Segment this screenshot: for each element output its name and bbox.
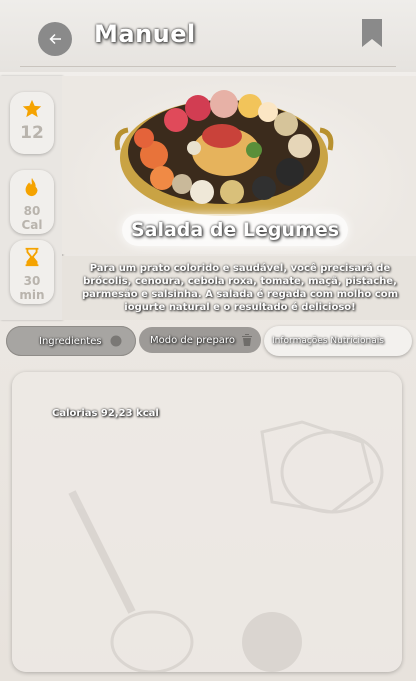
tab-nutrition[interactable]: Informações Nutricionais — [264, 326, 412, 356]
flame-icon — [25, 177, 38, 197]
recipe-description: Para um prato colorido e saudável, você … — [62, 256, 416, 320]
dish-title: Salada de Legumes — [122, 214, 348, 246]
time-unit: min — [19, 288, 45, 302]
dish-image — [114, 90, 334, 216]
hourglass-icon — [25, 247, 39, 267]
time-value: 30 — [23, 274, 41, 288]
tab-ingredients[interactable]: Ingredientes — [6, 326, 136, 356]
bookmark-icon[interactable] — [360, 18, 384, 48]
tab-preparation-label: Modo de preparo — [150, 334, 235, 346]
nutrition-panel: Calorias 92,23 kcal — [12, 372, 402, 672]
top-bar: Manuel — [0, 0, 416, 72]
page-title: Manuel — [94, 20, 196, 48]
recipe-hero: Salada de Legumes — [62, 76, 416, 254]
back-button[interactable] — [38, 22, 72, 56]
time-stat: 30 min — [10, 240, 54, 304]
calories-unit: Cal — [21, 218, 43, 232]
star-icon — [22, 99, 42, 118]
back-arrow-icon — [49, 33, 61, 45]
circle-icon — [110, 335, 122, 347]
tab-preparation[interactable]: Modo de preparo — [139, 327, 261, 353]
calories-value: 80 — [23, 204, 41, 218]
rating-value: 12 — [20, 123, 44, 143]
calories-stat: 80 Cal — [10, 170, 54, 234]
rating-stat: 12 — [10, 92, 54, 154]
tab-nutrition-label: Informações Nutricionais — [272, 336, 384, 346]
tab-bar: Ingredientes Modo de preparo Informações… — [6, 326, 412, 356]
tab-ingredients-label: Ingredientes — [39, 335, 102, 347]
trash-icon — [242, 334, 252, 346]
stats-sidebar: 12 80 Cal 30 min — [0, 76, 62, 320]
calories-info: Calorias 92,23 kcal — [52, 408, 159, 419]
